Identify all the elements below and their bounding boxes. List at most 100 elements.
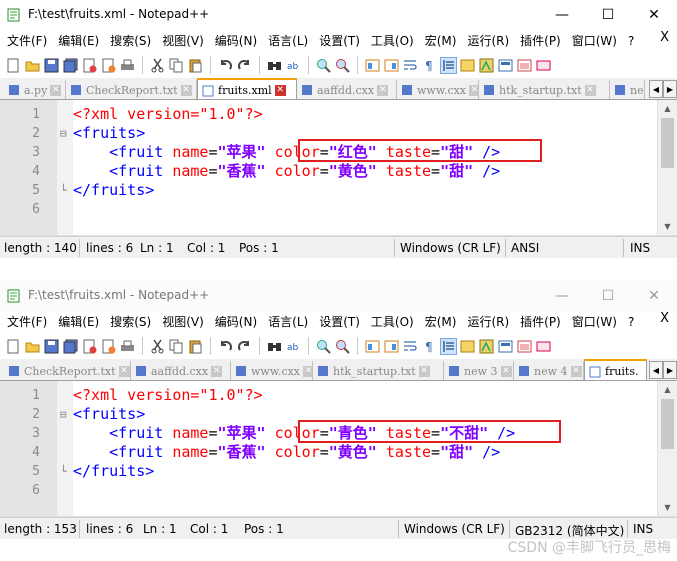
close-document-icon[interactable]: X [660, 30, 669, 45]
paste-icon[interactable] [187, 338, 204, 355]
tab-close-icon[interactable]: ✕ [584, 84, 596, 96]
fold-marker-icon[interactable]: └ [60, 181, 67, 200]
tab-scroll-right-icon[interactable]: ▶ [663, 361, 677, 379]
sync-vertical-icon[interactable] [364, 338, 381, 355]
code-line[interactable]: 1 <?xml version="1.0"?> [0, 386, 657, 405]
copy-icon[interactable] [168, 338, 185, 355]
document-map-icon[interactable] [478, 338, 495, 355]
minimize-icon[interactable]: — [539, 0, 585, 30]
scroll-up-icon[interactable]: ▲ [658, 100, 677, 117]
zoom-in-icon[interactable] [315, 338, 332, 355]
status-insert-mode[interactable]: INS [633, 522, 653, 536]
new-file-icon[interactable] [5, 57, 22, 74]
menu-run[interactable]: 运行(R) [463, 311, 513, 333]
menu-language[interactable]: 语言(L) [264, 30, 312, 52]
undo-icon[interactable] [217, 338, 234, 355]
monitoring-icon[interactable] [535, 338, 552, 355]
code-line[interactable]: 6 [0, 200, 657, 219]
cut-icon[interactable] [149, 338, 166, 355]
menu-plugins[interactable]: 插件(P) [516, 311, 565, 333]
menu-settings[interactable]: 设置(T) [315, 311, 364, 333]
fold-marker-icon[interactable]: └ [60, 462, 67, 481]
status-encoding[interactable]: ANSI [511, 241, 539, 255]
code-line[interactable]: 4 <fruit name="香蕉" color="黄色" taste="甜" … [0, 443, 657, 462]
tab-close-icon[interactable]: ✕ [418, 365, 430, 377]
show-all-chars-icon[interactable]: ¶ [421, 338, 438, 355]
tab-new[interactable]: ne [610, 80, 645, 99]
code-line[interactable]: 5 └ </fruits> [0, 181, 657, 200]
menu-file[interactable]: 文件(F) [3, 311, 51, 333]
menu-view[interactable]: 视图(V) [158, 311, 208, 333]
folder-workspace-icon[interactable] [516, 57, 533, 74]
status-eol[interactable]: Windows (CR LF) [404, 522, 505, 536]
find-icon[interactable] [266, 57, 283, 74]
new-file-icon[interactable] [5, 338, 22, 355]
scroll-thumb[interactable] [661, 118, 674, 168]
menu-search[interactable]: 搜索(S) [106, 311, 155, 333]
redo-icon[interactable] [236, 57, 253, 74]
save-all-icon[interactable] [62, 338, 79, 355]
menu-encoding[interactable]: 编码(N) [211, 30, 261, 52]
replace-icon[interactable]: ab [285, 57, 302, 74]
zoom-in-icon[interactable] [315, 57, 332, 74]
function-list-icon[interactable] [497, 338, 514, 355]
menu-plugins[interactable]: 插件(P) [516, 30, 565, 52]
folder-workspace-icon[interactable] [516, 338, 533, 355]
menu-edit[interactable]: 编辑(E) [54, 311, 103, 333]
maximize-icon[interactable]: ☐ [585, 281, 631, 311]
tab-close-icon[interactable]: ✕ [211, 365, 223, 377]
tab-close-icon[interactable]: ✕ [303, 365, 312, 377]
tab-scroll-left-icon[interactable]: ◀ [649, 361, 663, 379]
print-icon[interactable] [119, 57, 136, 74]
menu-language[interactable]: 语言(L) [264, 311, 312, 333]
code-line[interactable]: 1 <?xml version="1.0"?> [0, 105, 657, 124]
open-file-icon[interactable] [24, 338, 41, 355]
tab-close-icon[interactable]: ✕ [469, 84, 478, 96]
tab-fruits-xml[interactable]: fruits. [584, 359, 647, 380]
undo-icon[interactable] [217, 57, 234, 74]
document-map-icon[interactable] [478, 57, 495, 74]
zoom-out-icon[interactable] [334, 57, 351, 74]
tab-aaffdd-cxx[interactable]: aaffdd.cxx ✕ [297, 80, 397, 99]
menu-window[interactable]: 窗口(W) [568, 30, 621, 52]
scroll-thumb[interactable] [661, 399, 674, 449]
tab-close-icon[interactable]: ✕ [274, 85, 286, 96]
tab-close-icon[interactable]: ✕ [377, 84, 389, 96]
menu-window[interactable]: 窗口(W) [568, 311, 621, 333]
code-line[interactable]: 4 <fruit name="香蕉" color="黄色" taste="甜" … [0, 162, 657, 181]
fold-marker-icon[interactable]: ⊟ [60, 124, 67, 143]
tab-a-py[interactable]: a.py ✕ [4, 80, 66, 99]
find-icon[interactable] [266, 338, 283, 355]
tab-close-icon[interactable]: ✕ [180, 84, 192, 96]
menu-run[interactable]: 运行(R) [463, 30, 513, 52]
menu-encoding[interactable]: 编码(N) [211, 311, 261, 333]
menu-settings[interactable]: 设置(T) [315, 30, 364, 52]
tab-new-3[interactable]: new 3 ✕ [444, 361, 514, 380]
tab-fruits-xml[interactable]: fruits.xml ✕ [197, 78, 297, 99]
code-line[interactable]: 5 └ </fruits> [0, 462, 657, 481]
code-editor[interactable]: 1 <?xml version="1.0"?> 2 ⊟ <fruits> 3 <fruit… [0, 100, 677, 236]
maximize-icon[interactable]: ☐ [585, 0, 631, 30]
cut-icon[interactable] [149, 57, 166, 74]
indent-guide-icon[interactable] [440, 337, 457, 355]
save-all-icon[interactable] [62, 57, 79, 74]
menu-help[interactable]: ? [624, 311, 638, 333]
tab-scroll-right-icon[interactable]: ▶ [663, 80, 677, 98]
fold-marker-icon[interactable]: ⊟ [60, 405, 67, 424]
menu-search[interactable]: 搜索(S) [106, 30, 155, 52]
sync-horizontal-icon[interactable] [383, 57, 400, 74]
vertical-scrollbar[interactable]: ▲ ▼ [657, 100, 677, 235]
language-icon[interactable] [459, 57, 476, 74]
status-eol[interactable]: Windows (CR LF) [400, 241, 501, 255]
function-list-icon[interactable] [497, 57, 514, 74]
vertical-scrollbar[interactable]: ▲ ▼ [657, 381, 677, 516]
status-insert-mode[interactable]: INS [630, 241, 650, 255]
scroll-up-icon[interactable]: ▲ [658, 381, 677, 398]
menu-view[interactable]: 视图(V) [158, 30, 208, 52]
save-icon[interactable] [43, 338, 60, 355]
tab-htk-startup[interactable]: htk_startup.txt ✕ [313, 361, 444, 380]
tab-close-icon[interactable]: ✕ [570, 365, 582, 377]
tab-scroll-left-icon[interactable]: ◀ [649, 80, 663, 98]
open-file-icon[interactable] [24, 57, 41, 74]
menu-help[interactable]: ? [624, 30, 638, 52]
